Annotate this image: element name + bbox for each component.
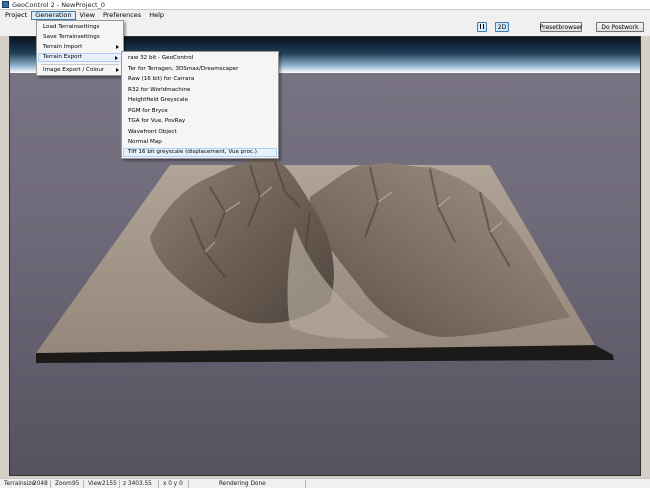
menu-project[interactable]: Project (1, 11, 31, 20)
status-separator (188, 480, 189, 488)
status-separator (50, 480, 51, 488)
zoom-label: Zoom (55, 481, 72, 487)
pause-button[interactable] (477, 22, 487, 32)
export-pgm-bryce[interactable]: PGM for Bryce (123, 107, 277, 116)
export-tga-vue-povray[interactable]: TGA for Vue, PovRay (123, 117, 277, 126)
submenu-arrow-icon (115, 56, 118, 60)
menu-item-image-export-colour[interactable]: Image Export / Colour (38, 66, 122, 75)
xy-readout: x 0 y 0 (163, 481, 183, 487)
status-separator (119, 480, 120, 488)
export-r32-worldmachine[interactable]: R32 for Worldmachine (123, 86, 277, 95)
terrain-viewport[interactable] (9, 36, 641, 476)
menu-view[interactable]: View (76, 11, 99, 20)
menu-item-terrain-import[interactable]: Terrain Import (38, 43, 122, 52)
menu-help[interactable]: Help (145, 11, 168, 20)
status-separator (305, 480, 306, 488)
export-tiff16-greyscale[interactable]: Tiff 16 bit greyscale (displacement, Vue… (123, 148, 277, 157)
export-normal-map[interactable]: Normal Map (123, 138, 277, 147)
terrain-import-label: Terrain Import (43, 44, 83, 50)
menu-item-terrain-export[interactable]: Terrain Export (38, 53, 122, 62)
terrainsize-value: 2048 (33, 481, 48, 487)
menu-separator (41, 64, 119, 65)
menu-item-save-terrainsettings[interactable]: Save Terrainsettings (38, 33, 122, 42)
view-label: View (88, 481, 102, 487)
export-raw16-carrara[interactable]: Raw (16 bit) for Carrara (123, 75, 277, 84)
presetbrowser-button[interactable]: Presetbrowser (540, 22, 582, 32)
app-icon (2, 1, 9, 8)
menu-preferences[interactable]: Preferences (99, 11, 145, 20)
export-raw32-geocontrol[interactable]: raw 32 bit - GeoControl (123, 54, 277, 63)
terrain-export-submenu: raw 32 bit - GeoControl Ter for Terragen… (121, 51, 279, 159)
export-ter-terragen[interactable]: Ter for Terragen, 3DSmax/Dreamscaper (123, 65, 277, 74)
render-status: Rendering Done (219, 481, 266, 487)
menu-item-load-terrainsettings[interactable]: Load Terrainsettings (38, 23, 122, 32)
terrainsize-label: Terrainsize (4, 481, 35, 487)
generation-menu: Load Terrainsettings Save Terrainsetting… (36, 20, 124, 76)
menu-generation[interactable]: Generation (31, 10, 76, 20)
view-value: 2155 (102, 481, 117, 487)
export-heightfield-greyscale[interactable]: Heightfield Greyscale (123, 96, 277, 105)
status-bar: Terrainsize 2048 Zoom 95 View 2155 z 340… (0, 478, 650, 488)
submenu-arrow-icon (116, 45, 119, 49)
status-separator (158, 480, 159, 488)
view-2d-button[interactable]: 2D (495, 22, 509, 32)
image-export-label: Image Export / Colour (43, 67, 105, 73)
export-wavefront-object[interactable]: Wavefront Object (123, 128, 277, 137)
terrain-export-label: Terrain Export (43, 54, 83, 60)
title-bar: GeoControl 2 - NewProject_0 (0, 0, 650, 10)
window-title: GeoControl 2 - NewProject_0 (12, 0, 105, 9)
terrain-render (10, 37, 640, 363)
pause-icon (479, 23, 485, 31)
z-readout: z 3403.55 (123, 481, 152, 487)
menu-bar: Project Generation View Preferences Help (0, 10, 650, 20)
status-separator (83, 480, 84, 488)
submenu-arrow-icon (116, 68, 119, 72)
do-postwork-button[interactable]: Do Postwork (596, 22, 644, 32)
zoom-value: 95 (72, 481, 80, 487)
